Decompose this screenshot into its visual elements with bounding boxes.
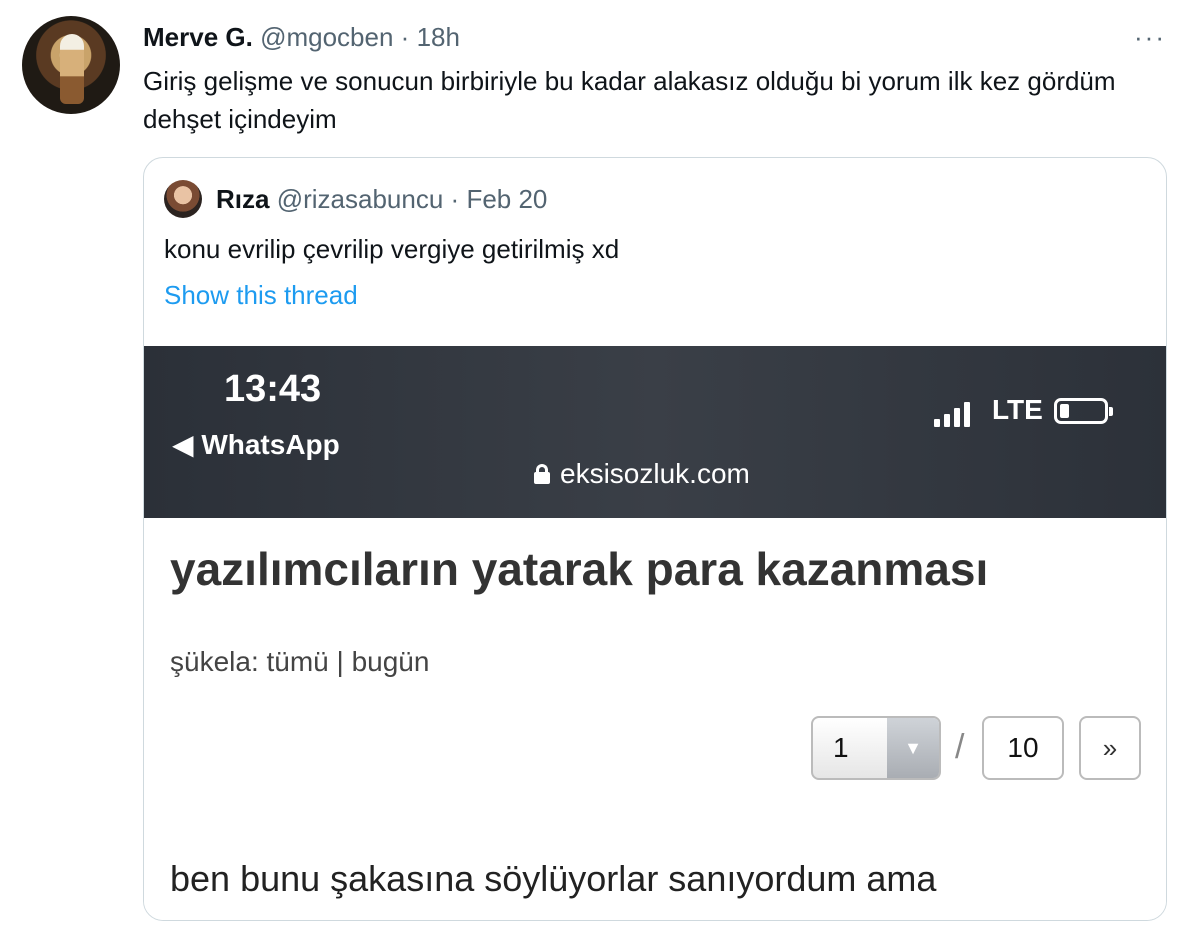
url-text: eksisozluk.com xyxy=(560,458,750,489)
current-page: 1 xyxy=(833,732,849,763)
quoted-tweet[interactable]: Rıza @rizasabuncu · Feb 20 konu evrilip … xyxy=(143,157,1167,921)
quoted-author-name: Rıza xyxy=(216,184,270,214)
attached-screenshot[interactable]: 13:43 ◀ WhatsApp LTE eksisozluk.com yazı… xyxy=(144,346,1166,920)
entry-text: ben bunu şakasına söylüyorlar sanıyordum… xyxy=(170,858,937,899)
user-avatar[interactable] xyxy=(22,16,120,114)
next-page-button: » xyxy=(1079,716,1141,780)
network-label: LTE xyxy=(992,394,1043,425)
total-pages: 10 xyxy=(982,716,1064,780)
status-clock: 13:43 xyxy=(224,368,322,410)
chevron-down-icon: ▼ xyxy=(887,718,939,778)
lock-icon xyxy=(534,464,550,484)
tweet-time[interactable]: 18h xyxy=(417,22,460,52)
quoted-tweet-header: Rıza @rizasabuncu · Feb 20 xyxy=(216,182,547,216)
quoted-author-avatar[interactable] xyxy=(164,180,202,218)
battery-icon xyxy=(1054,398,1113,424)
separator-dot: · xyxy=(450,184,460,214)
filter-all: tümü xyxy=(266,646,329,677)
filter-row: şükela: tümü | bugün xyxy=(170,646,429,678)
quoted-tweet-text: konu evrilip çevrilip vergiye getirilmiş… xyxy=(164,234,620,264)
tweet-text: Giriş gelişme ve sonucun birbiriyle bu k… xyxy=(143,66,1116,134)
back-to-whatsapp: ◀ WhatsApp xyxy=(172,429,340,460)
filter-label: şükela: xyxy=(170,646,259,677)
entry-title: yazılımcıların yatarak para kazanması xyxy=(170,543,989,595)
quoted-tweet-time: Feb 20 xyxy=(466,184,548,214)
filter-today: bugün xyxy=(351,646,430,677)
show-thread-link[interactable]: Show this thread xyxy=(164,278,358,312)
phone-status-bar: 13:43 ◀ WhatsApp LTE eksisozluk.com xyxy=(144,346,1166,518)
page-select: 1 ▼ xyxy=(811,716,941,780)
author-name[interactable]: Merve G. xyxy=(143,22,253,52)
page-separator: / xyxy=(955,728,965,766)
more-options-icon[interactable]: ··· xyxy=(1134,22,1166,53)
quoted-author-handle: @rizasabuncu xyxy=(276,184,444,214)
signal-bars-icon xyxy=(934,401,970,427)
filter-separator: | xyxy=(336,646,344,677)
address-bar: eksisozluk.com xyxy=(534,458,750,490)
separator-dot: · xyxy=(400,22,410,52)
author-handle[interactable]: @mgocben xyxy=(260,22,393,52)
tweet-header: Merve G. @mgocben · 18h xyxy=(143,20,460,54)
